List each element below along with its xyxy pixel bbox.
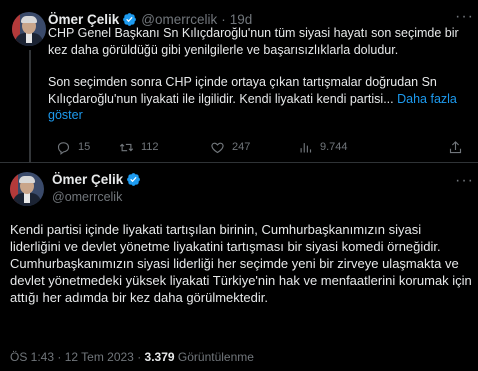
tweet-body: CHP Genel Başkanı Sn Kılıçdaroğlu'nun tü… <box>48 25 468 124</box>
tweet-paragraph: Cumhurbaşkanımızın siyasi liderliği her … <box>10 256 472 305</box>
tweet-parent[interactable]: Ömer Çelik @omerrcelik · 19d ··· CHP Gen… <box>0 0 478 163</box>
tweet-paragraph-text: Son seçimden sonra CHP içinde ortaya çık… <box>48 75 437 106</box>
retweet-count: 112 <box>141 141 159 153</box>
avatar[interactable] <box>10 172 44 206</box>
reply-icon <box>57 141 70 155</box>
reply-button[interactable]: 15 <box>56 140 90 155</box>
tweet-paragraph: CHP Genel Başkanı Sn Kılıçdaroğlu'nun tü… <box>48 26 459 57</box>
reply-count: 15 <box>78 141 91 153</box>
avatar[interactable] <box>12 12 46 46</box>
verified-badge-icon <box>127 173 141 186</box>
like-button[interactable]: 247 <box>210 140 250 155</box>
share-icon <box>449 140 462 153</box>
author-name[interactable]: Ömer Çelik <box>52 172 123 187</box>
author-name-row: Ömer Çelik <box>52 172 141 187</box>
heart-icon <box>211 142 224 153</box>
tweet-meta: ÖS 1:43 · 12 Tem 2023 · 3.379 Görüntülen… <box>10 350 254 364</box>
action-bar: 15 112 247 9.744 <box>48 138 468 156</box>
tweet-paragraph: Son seçimden sonra CHP içinde ortaya çık… <box>48 74 468 124</box>
more-horizontal-icon[interactable]: ··· <box>455 8 474 26</box>
share-button[interactable] <box>448 140 463 155</box>
retweet-icon <box>119 143 134 151</box>
views-label: Görüntülenme <box>174 350 254 364</box>
thread-connector <box>29 50 31 163</box>
tweet-timestamp[interactable]: ÖS 1:43 · 12 Tem 2023 · <box>10 350 145 364</box>
more-horizontal-icon[interactable]: ··· <box>455 172 474 190</box>
views-count: 3.379 <box>144 350 175 364</box>
views-count: 9.744 <box>320 141 348 153</box>
views-bar-chart-icon <box>300 142 312 152</box>
tweet-paragraph: Kendi partisi içinde liyakati tartışılan… <box>10 222 441 254</box>
retweet-button[interactable]: 112 <box>119 140 159 155</box>
tweet-body: Kendi partisi içinde liyakati tartışılan… <box>10 221 472 306</box>
author-handle[interactable]: @omerrcelik <box>52 190 122 204</box>
views-button[interactable]: 9.744 <box>298 140 348 155</box>
like-count: 247 <box>232 141 251 153</box>
